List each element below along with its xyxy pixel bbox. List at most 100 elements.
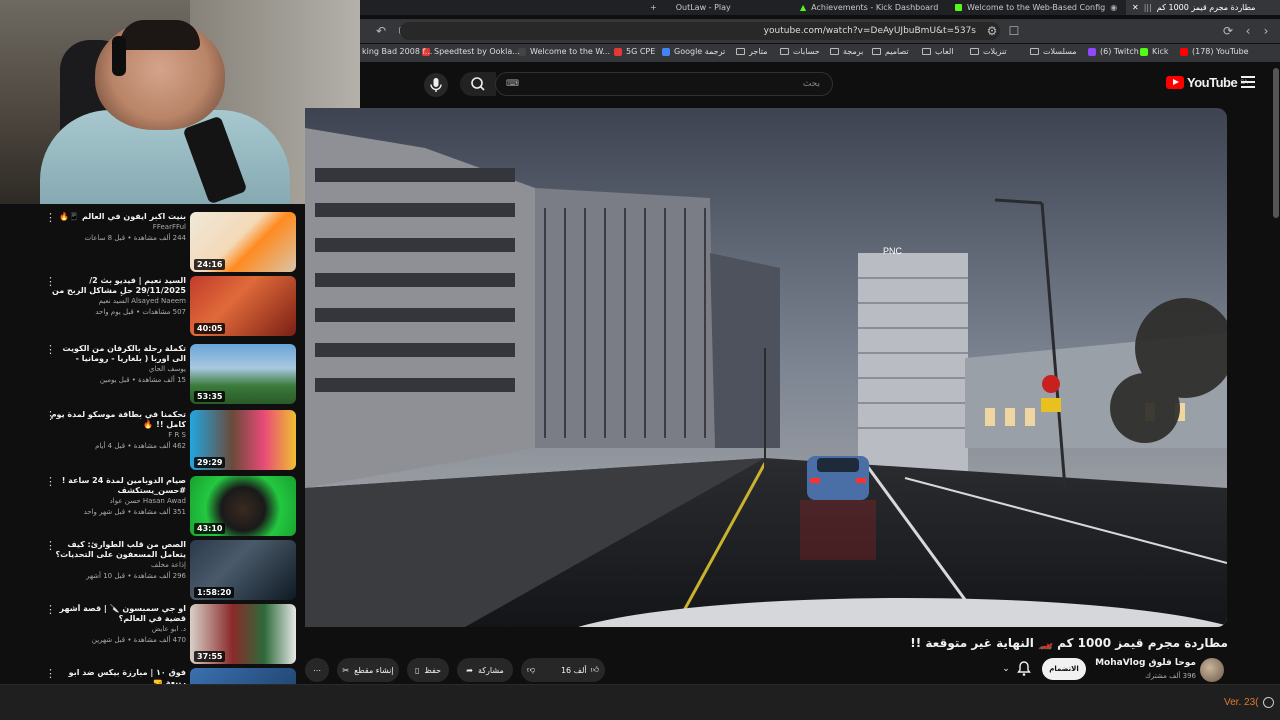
save-label: حفظ <box>424 665 441 675</box>
system-tray-icon[interactable] <box>1263 697 1274 708</box>
notification-bell-icon[interactable] <box>1016 660 1032 678</box>
page-scrollbar[interactable] <box>1272 62 1280 684</box>
more-options-icon[interactable]: ⋮ <box>45 668 56 680</box>
bookmark-icon[interactable]: ☐ <box>1006 23 1022 39</box>
recommendation-item[interactable]: فوق ١٠ | مبارزة بيكس ضد ابو ربيعة 🤜 ⋮ <box>40 668 296 684</box>
bookmark-folder-stores[interactable]: متاجر <box>736 47 768 56</box>
like-count: 16 ألف <box>560 665 587 675</box>
video-title[interactable]: صيام الدوبامين لمدة 24 ساعة ! #حسن_يستكش… <box>50 476 186 496</box>
video-thumbnail[interactable] <box>190 668 296 684</box>
channel-name[interactable]: يوسف الحاي <box>50 364 186 375</box>
dislike-icon[interactable]: 👎︎ <box>527 665 535 675</box>
duration-badge: 43:10 <box>194 523 226 534</box>
taskbar: Ver. 23( <box>0 684 1280 720</box>
join-button[interactable]: الانضمام <box>1042 658 1086 680</box>
video-title[interactable]: الصص من قلب الطوارئ: كيف يتعامل المسعفون… <box>50 540 186 560</box>
tab-web-config[interactable]: Welcome to the Web-Based Config ◉ <box>955 0 1117 15</box>
video-frame: PNC <box>305 108 1227 627</box>
bookmark-folder-series[interactable]: مسلسلات <box>1030 47 1077 56</box>
bookmark-label: تصاميم <box>885 47 909 56</box>
close-icon[interactable]: ✕ <box>1132 1 1139 14</box>
more-options-icon[interactable]: ⋮ <box>45 344 56 356</box>
duration-badge: 53:35 <box>194 391 226 402</box>
tab-youtube-active[interactable]: ✕ ||| مطاردة مجرم قيمز 1000 كم <box>1126 0 1280 15</box>
bookmark-folder-accounts[interactable]: حسابات <box>780 47 820 56</box>
bookmark-label: العاب <box>935 47 954 56</box>
video-meta: 296 ألف مشاهدة • قبل 10 أشهر <box>86 572 186 580</box>
reload-icon[interactable]: ⟳ <box>1220 23 1236 39</box>
channel-avatar[interactable] <box>1200 658 1224 682</box>
video-meta: 351 ألف مشاهدة • قبل شهر واحد <box>83 508 186 516</box>
video-title[interactable]: تحكمنا في بطاقة موسكو لمدة يوم كامل !! 🔥 <box>50 410 186 430</box>
channel-name[interactable]: Alsayed Naeem السيد نعيم <box>50 296 186 307</box>
channel-name[interactable]: Hasan Awad حسن عواد <box>50 496 186 507</box>
url-field[interactable]: youtube.com/watch?v=DeAyUJbuBmU&t=537s <box>400 22 1000 40</box>
bookmark-kick[interactable]: Kick <box>1140 47 1169 56</box>
new-tab-plus-icon[interactable]: + <box>650 1 657 14</box>
more-options-icon[interactable]: ⋮ <box>45 212 56 224</box>
more-options-icon[interactable]: ⋮ <box>45 604 56 616</box>
bookmark-label: (178) YouTube <box>1192 47 1249 56</box>
chevron-down-icon[interactable]: ⌄ <box>1000 660 1012 678</box>
bookmark-folder-designs[interactable]: تصاميم <box>872 47 909 56</box>
bookmark-breaking-bad[interactable]: king Bad 2008 f... <box>362 47 432 56</box>
search-input[interactable]: بحث ⌨ <box>495 72 833 96</box>
bookmark-5g-cpe[interactable]: 5G CPE <box>614 47 655 56</box>
recommendation-item[interactable]: 24:16 بنيت اكبر ايفون في العالم 📱🔥 FFear… <box>40 212 296 274</box>
recommendation-item[interactable]: 37:55 او جي سمبسون 🔪 | قصة أشهر قضية في … <box>40 604 296 666</box>
youtube-logo[interactable]: YouTube SA <box>1166 75 1248 90</box>
save-button[interactable]: ▯ حفظ <box>407 658 449 682</box>
keyboard-icon[interactable]: ⌨ <box>506 73 519 95</box>
hamburger-menu-icon[interactable] <box>1241 76 1255 88</box>
recommendation-item[interactable]: 53:35 تكملة رحلة بالكرفان من الكويت الى … <box>40 344 296 406</box>
more-options-icon[interactable]: ⋮ <box>45 540 56 552</box>
streamer-hair <box>120 20 200 50</box>
more-options-icon[interactable]: ⋮ <box>45 476 56 488</box>
channel-name[interactable]: د. ابو عايض <box>50 624 186 635</box>
bookmark-speedtest[interactable]: Speedtest by Ookla... <box>422 47 520 56</box>
bookmark-welcome[interactable]: Welcome to the W... <box>518 47 610 56</box>
recommendation-item[interactable]: 1:58:20 الصص من قلب الطوارئ: كيف يتعامل … <box>40 540 296 602</box>
channel-name[interactable]: FFearFFul <box>50 222 186 233</box>
voice-search-button[interactable] <box>424 73 448 97</box>
more-options-icon[interactable]: ⋮ <box>45 410 56 422</box>
channel-name[interactable]: إذاعة مخلف <box>50 560 186 571</box>
bookmark-google-translate[interactable]: Google ترجمة <box>662 47 725 56</box>
clip-button[interactable]: ✂ إنشاء مقطع <box>337 658 399 682</box>
like-dislike-group: 👎︎ 16 ألف 👍︎ <box>521 658 605 682</box>
clip-label: إنشاء مقطع <box>354 665 394 675</box>
bookmark-folder-downloads[interactable]: تنزيلات <box>970 47 1007 56</box>
tab-kick-dashboard[interactable]: ▲ Achievements - Kick Dashboard <box>800 0 938 15</box>
video-meta: 507 مشاهدات • قبل يوم واحد <box>95 308 186 316</box>
video-title-heading: مطاردة مجرم قيمز 1000 كم 🏎️ النهاية غير … <box>910 636 1228 650</box>
video-title[interactable]: السيد نعيم | فيديو بث 2/ 29/11/2025 حل م… <box>50 276 186 296</box>
back-forward-icon[interactable]: ↶ <box>373 23 389 39</box>
recommendation-item[interactable]: 40:05 السيد نعيم | فيديو بث 2/ 29/11/202… <box>40 276 296 338</box>
bookmark-twitch[interactable]: (6) Twitch <box>1088 47 1139 56</box>
share-button[interactable]: ➦ مشاركة <box>457 658 513 682</box>
bookmark-folder-games[interactable]: العاب <box>922 47 954 56</box>
folder-icon <box>830 48 839 55</box>
more-actions-button[interactable]: ⋯ <box>305 658 329 682</box>
back-icon[interactable]: ‹ <box>1240 23 1256 39</box>
channel-name[interactable]: F R S <box>50 430 186 441</box>
scrollbar-thumb[interactable] <box>1273 68 1279 218</box>
video-title[interactable]: بنيت اكبر ايفون في العالم 📱🔥 <box>50 212 186 222</box>
tab-outlaw[interactable]: + OutLaw - Play <box>650 0 731 15</box>
bookmark-label: king Bad 2008 f... <box>362 47 433 56</box>
recommendation-item[interactable]: 43:10 صيام الدوبامين لمدة 24 ساعة ! #حسن… <box>40 476 296 538</box>
video-title[interactable]: او جي سمبسون 🔪 | قصة أشهر قضية في العالم… <box>50 604 187 624</box>
bookmark-youtube[interactable]: (178) YouTube <box>1180 47 1249 56</box>
video-title[interactable]: فوق ١٠ | مبارزة بيكس ضد ابو ربيعة 🤜 <box>50 668 186 684</box>
more-options-icon[interactable]: ⋮ <box>45 276 56 288</box>
search-button[interactable] <box>460 72 496 96</box>
bookmark-folder-programming[interactable]: برمجة <box>830 47 863 56</box>
channel-name[interactable]: موحا فلوق MohaVlog <box>1090 658 1196 668</box>
recommendation-item[interactable]: 29:29 تحكمنا في بطاقة موسكو لمدة يوم كام… <box>40 410 296 472</box>
site-settings-icon[interactable]: ⚙ <box>984 23 1000 39</box>
like-button[interactable]: 16 ألف 👍︎ <box>561 665 599 675</box>
video-player[interactable]: PNC <box>305 108 1227 627</box>
video-title[interactable]: تكملة رحلة بالكرفان من الكويت الى اوربا … <box>50 344 186 364</box>
forward-icon[interactable]: › <box>1258 23 1274 39</box>
bookmark-label: Kick <box>1152 47 1169 56</box>
